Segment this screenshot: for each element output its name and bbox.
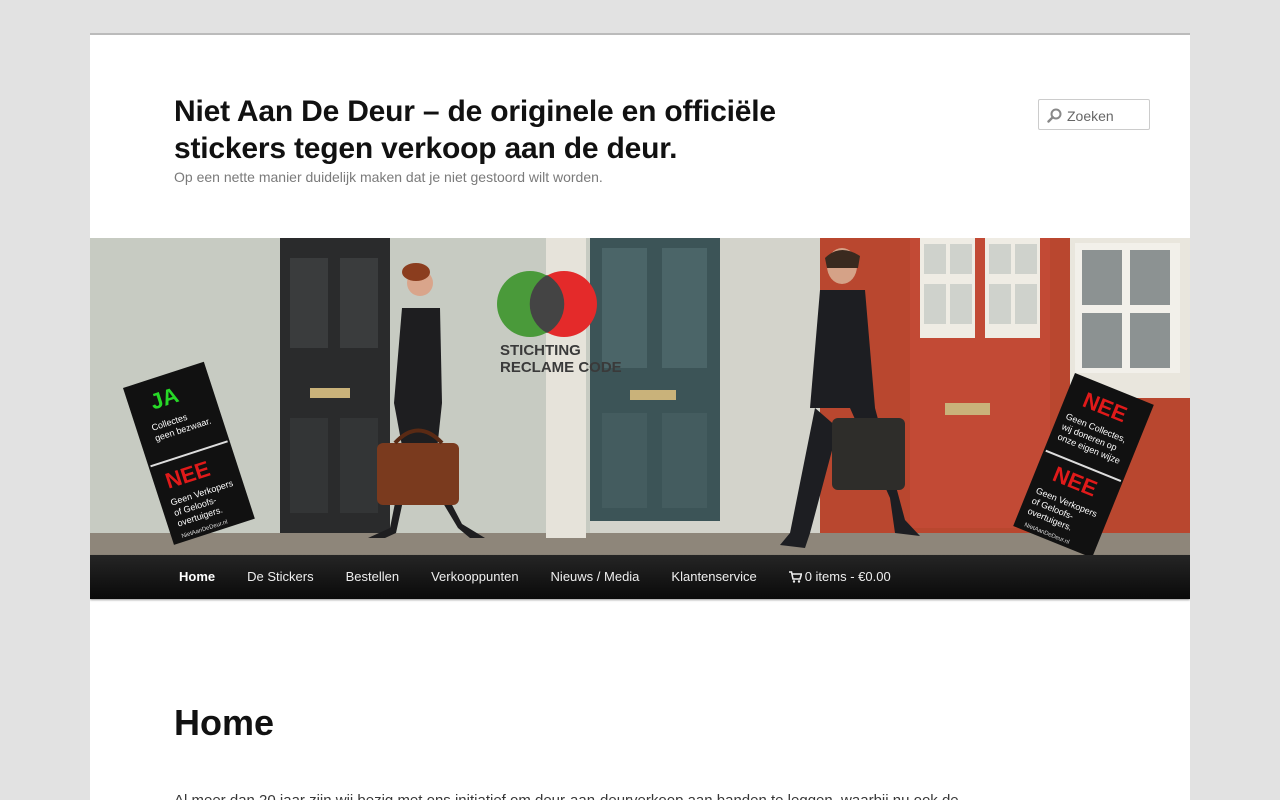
search-input[interactable]: [1065, 104, 1149, 128]
logo-line2: RECLAME CODE: [500, 359, 622, 376]
nav-item-de-stickers[interactable]: De Stickers: [231, 555, 329, 599]
search-icon: [1047, 108, 1062, 123]
page-container: Niet Aan De Deur – de originele en offic…: [90, 33, 1190, 800]
nav-link-verkooppunten[interactable]: Verkooppunten: [415, 555, 534, 599]
entry-intro-text: Al meer dan 20 jaar zijn wij bezig met o…: [174, 789, 1054, 800]
nav-link-bestellen[interactable]: Bestellen: [330, 555, 415, 599]
nav-item-bestellen[interactable]: Bestellen: [330, 555, 415, 599]
nav-item-cart[interactable]: 0 items - €0.00: [773, 555, 907, 599]
page-title: Home: [174, 702, 275, 743]
nav-link-nieuws-media[interactable]: Nieuws / Media: [535, 555, 656, 599]
nav-item-home[interactable]: Home: [163, 555, 231, 599]
logo-line1: STICHTING: [500, 342, 581, 359]
nav-link-klantenservice[interactable]: Klantenservice: [655, 555, 772, 599]
nav-link-de-stickers[interactable]: De Stickers: [231, 555, 329, 599]
nav-item-verkooppunten[interactable]: Verkooppunten: [415, 555, 534, 599]
cart-icon: [788, 571, 802, 583]
nav-item-nieuws-media[interactable]: Nieuws / Media: [535, 555, 656, 599]
cart-label: 0 items - €0.00: [804, 569, 891, 584]
search-form[interactable]: [1038, 99, 1150, 130]
nav-item-klantenservice[interactable]: Klantenservice: [655, 555, 772, 599]
main-navigation: Home De Stickers Bestellen Verkooppunten…: [90, 555, 1190, 599]
nav-link-home[interactable]: Home: [163, 555, 231, 599]
header-banner-image[interactable]: STICHTING RECLAME CODE JA Collectes geen…: [90, 238, 1190, 555]
site-title[interactable]: Niet Aan De Deur – de originele en offic…: [174, 93, 874, 167]
site-description: Op een nette manier duidelijk maken dat …: [174, 169, 603, 185]
cart-link[interactable]: 0 items - €0.00: [773, 555, 907, 599]
